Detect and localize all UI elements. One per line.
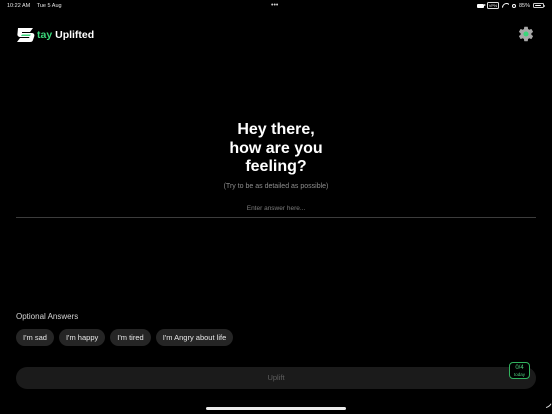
- question-line-2: how are you: [229, 139, 323, 157]
- camera-in-use-icon: [476, 3, 486, 8]
- vpn-badge: VPN: [486, 2, 499, 9]
- battery-icon: [533, 3, 545, 8]
- status-date: Tue 5 Aug: [36, 3, 62, 9]
- orientation-lock-icon: [511, 3, 516, 8]
- question-line-3: feeling?: [245, 158, 307, 175]
- question-heading: Hey there, how are you feeling?: [0, 121, 552, 177]
- daily-counter-badge: 0/4 today: [509, 362, 530, 379]
- chip-angry[interactable]: I'm Angry about life: [155, 329, 234, 346]
- question-line-1: Hey there,: [237, 121, 315, 138]
- app-logo: tay Uplifted: [16, 25, 94, 45]
- status-right: VPN 85%: [476, 2, 545, 9]
- chip-tired[interactable]: I'm tired: [110, 329, 151, 346]
- daily-counter: 0/4: [515, 365, 524, 371]
- chip-happy[interactable]: I'm happy: [58, 329, 106, 346]
- optional-answer-chips: I'm sad I'm happy I'm tired I'm Angry ab…: [16, 329, 234, 346]
- answer-input[interactable]: [16, 200, 536, 218]
- brand-name: tay Uplifted: [37, 29, 94, 41]
- corner-resize-handle[interactable]: [539, 399, 552, 412]
- wifi-icon: [502, 3, 509, 8]
- status-bar: 10:22 AM Tue 5 Aug ••• VPN 85%: [0, 0, 552, 12]
- logo-s-icon: [17, 28, 35, 42]
- battery-fill: [534, 4, 542, 7]
- battery-percent: 85%: [518, 2, 530, 9]
- optional-answers-label: Optional Answers: [16, 312, 79, 321]
- brand-accent: tay: [37, 29, 53, 41]
- settings-gear-icon[interactable]: [517, 25, 535, 43]
- chip-sad[interactable]: I'm sad: [16, 329, 54, 346]
- status-time: 10:22 AM: [7, 3, 31, 9]
- daily-counter-label: today: [513, 372, 525, 377]
- question-hint: (Try to be as detailed as possible): [223, 183, 329, 190]
- brand-rest: Uplifted: [52, 29, 95, 41]
- uplift-button[interactable]: Uplift: [16, 367, 536, 389]
- home-indicator[interactable]: [206, 407, 346, 410]
- multitasking-dots[interactable]: •••: [271, 2, 278, 9]
- status-left: 10:22 AM Tue 5 Aug: [7, 3, 67, 9]
